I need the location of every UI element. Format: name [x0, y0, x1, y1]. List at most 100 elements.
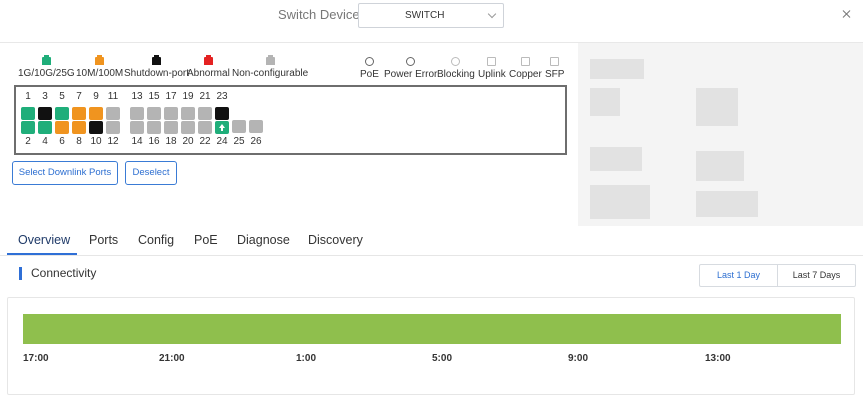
port-2[interactable] [21, 121, 35, 134]
legend-swatch-icon [95, 55, 105, 65]
sfp-icon [550, 57, 560, 66]
port-20[interactable] [181, 121, 195, 134]
port-11[interactable] [106, 107, 120, 120]
tab-ports[interactable]: Ports [89, 233, 118, 247]
legend-abnormal: Abnormal [187, 55, 230, 79]
time-tick: 5:00 [432, 353, 453, 364]
blocking-icon [451, 57, 461, 66]
legend-10m-100m: 10M/100M [76, 55, 124, 79]
port-24[interactable] [215, 121, 229, 134]
range-last-7-days[interactable]: Last 7 Days [778, 265, 855, 286]
port-number: 26 [250, 136, 262, 147]
uplink-icon [487, 57, 497, 66]
poe-icon [364, 57, 374, 66]
port-6[interactable] [55, 121, 69, 134]
port-number: 1 [25, 91, 31, 102]
tab-config[interactable]: Config [138, 233, 174, 247]
device-select[interactable]: SWITCH [358, 3, 504, 28]
port-26[interactable] [249, 120, 263, 133]
port-19[interactable] [181, 107, 195, 120]
port-25[interactable] [232, 120, 246, 133]
legend-label: Uplink [478, 69, 506, 80]
legend-copper: Copper [509, 57, 542, 80]
port-15[interactable] [147, 107, 161, 120]
legend-label: Copper [509, 69, 542, 80]
time-tick: 9:00 [568, 353, 589, 364]
section-accent [19, 267, 22, 280]
tab-bar: Overview Ports Config PoE Diagnose Disco… [0, 226, 863, 256]
port-23[interactable] [215, 107, 229, 120]
port-number: 12 [107, 136, 119, 147]
port-number: 22 [199, 136, 211, 147]
port-14[interactable] [130, 121, 144, 134]
port-22[interactable] [198, 121, 212, 134]
port-10[interactable] [89, 121, 103, 134]
legend-label: Non-configurable [232, 68, 309, 79]
time-tick: 17:00 [23, 353, 49, 364]
tab-discovery[interactable]: Discovery [308, 233, 363, 247]
chevron-down-icon [487, 9, 497, 19]
legend-sfp: SFP [545, 57, 564, 80]
legend-1g-10g-25g: 1G/10G/25G [18, 55, 75, 79]
switch-device-label: Switch Device [278, 7, 360, 22]
legend-swatch-icon [203, 55, 213, 65]
port-number: 10 [90, 136, 102, 147]
legend-label: 10M/100M [76, 68, 124, 79]
port-1[interactable] [21, 107, 35, 120]
port-number: 6 [59, 136, 65, 147]
port-21[interactable] [198, 107, 212, 120]
range-last-1-day[interactable]: Last 1 Day [700, 265, 778, 286]
blurred-text [696, 88, 738, 126]
legend-swatch-icon [152, 55, 162, 65]
deselect-button[interactable]: Deselect [125, 161, 177, 185]
port-number: 17 [165, 91, 177, 102]
copper-icon [520, 57, 530, 66]
legend-shutdown-port: Shutdown-port [124, 55, 189, 79]
port-18[interactable] [164, 121, 178, 134]
time-tick: 1:00 [296, 353, 317, 364]
port-13[interactable] [130, 107, 144, 120]
port-number: 18 [165, 136, 177, 147]
legend-swatch-icon [265, 55, 275, 65]
port-7[interactable] [72, 107, 86, 120]
port-3[interactable] [38, 107, 52, 120]
port-panel: 1 3 5 7 9 11 13 15 17 19 21 23 2 4 6 8 10 12 14 16 18 20 22 24 2… [14, 85, 567, 155]
port-number: 8 [76, 136, 82, 147]
port-number: 23 [216, 91, 228, 102]
close-icon[interactable] [840, 7, 854, 21]
port-4[interactable] [38, 121, 52, 134]
device-select-value: SWITCH [405, 10, 445, 21]
port-number: 7 [76, 91, 82, 102]
tab-diagnose[interactable]: Diagnose [237, 233, 290, 247]
port-12[interactable] [106, 121, 120, 134]
legend-label: Blocking [437, 69, 475, 80]
tab-poe[interactable]: PoE [194, 233, 218, 247]
section-title: Connectivity [31, 266, 97, 280]
legend-label: SFP [545, 69, 565, 80]
time-tick: 21:00 [159, 353, 185, 364]
port-17[interactable] [164, 107, 178, 120]
port-number: 2 [25, 136, 31, 147]
port-number: 9 [93, 91, 99, 102]
active-tab-indicator [7, 253, 77, 255]
legend-label: Abnormal [187, 68, 230, 79]
legend-swatch-icon [41, 55, 51, 65]
time-tick: 13:00 [705, 353, 731, 364]
port-5[interactable] [55, 107, 69, 120]
port-number: 25 [233, 136, 245, 147]
power-error-icon [406, 57, 416, 66]
tab-overview[interactable]: Overview [18, 233, 70, 247]
blurred-text [696, 151, 744, 181]
port-number: 4 [42, 136, 48, 147]
port-8[interactable] [72, 121, 86, 134]
port-number: 20 [182, 136, 194, 147]
port-16[interactable] [147, 121, 161, 134]
port-number: 19 [182, 91, 194, 102]
port-number: 13 [131, 91, 143, 102]
select-downlink-ports-button[interactable]: Select Downlink Ports [12, 161, 118, 185]
port-number: 11 [107, 91, 119, 102]
port-number: 14 [131, 136, 143, 147]
blurred-text [590, 185, 650, 219]
legend-label: PoE [360, 69, 379, 80]
port-9[interactable] [89, 107, 103, 120]
